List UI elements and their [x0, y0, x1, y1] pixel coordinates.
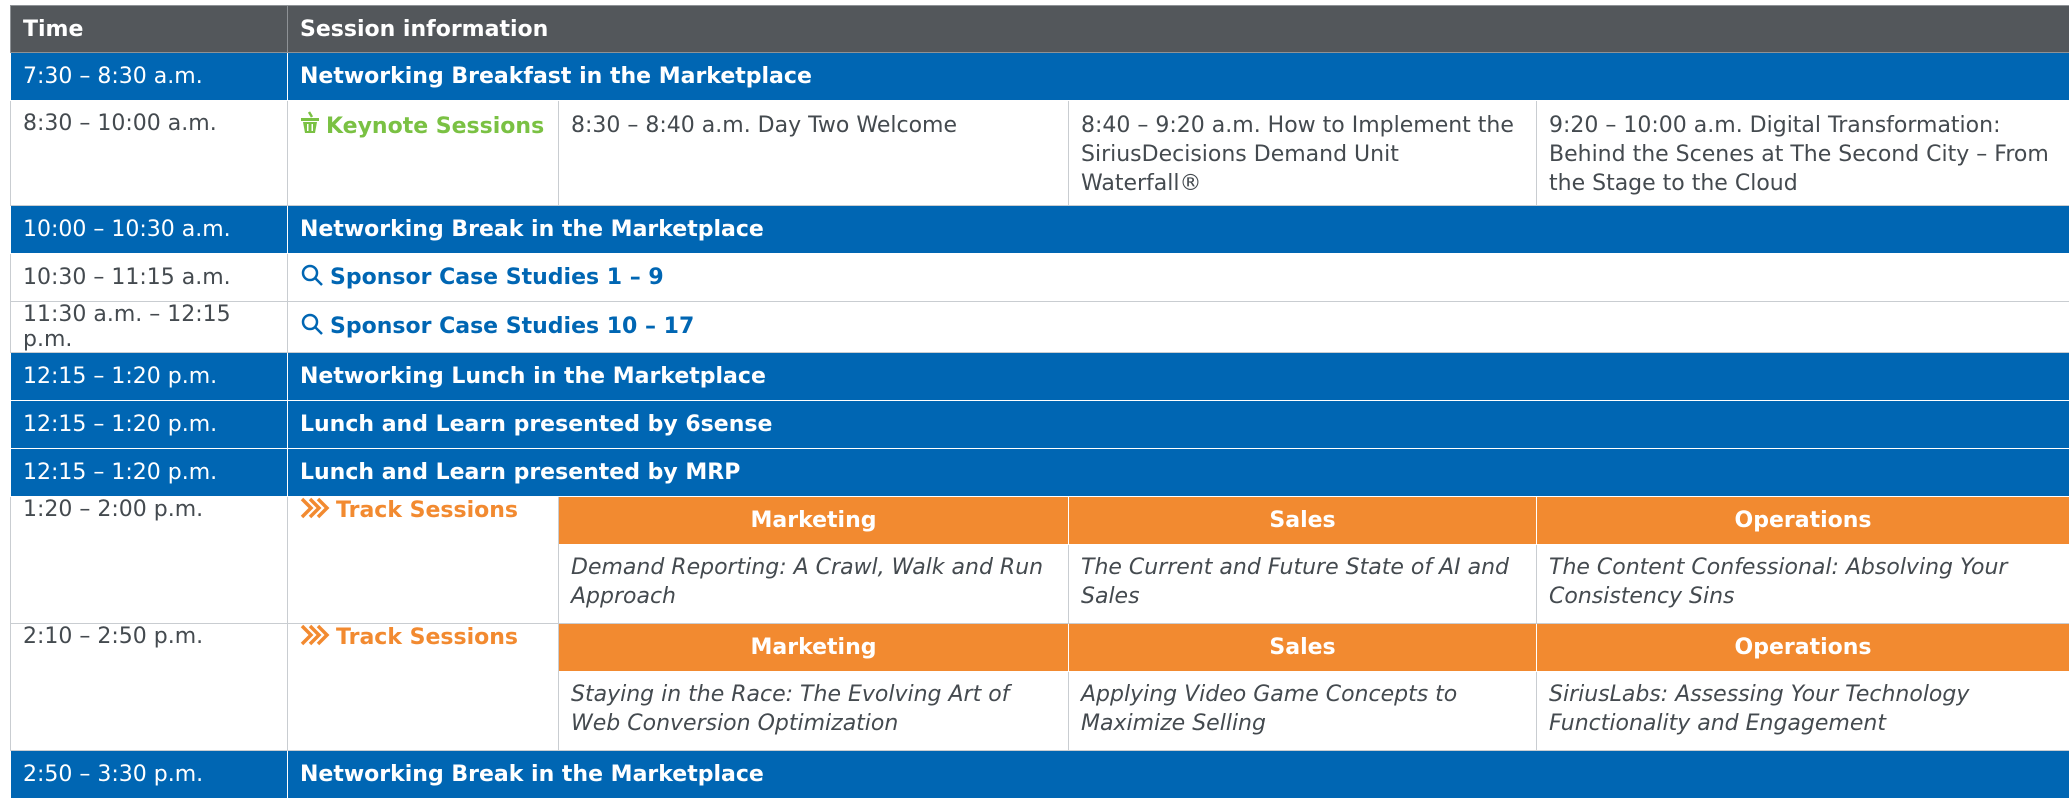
row-time: 10:30 – 11:15 a.m.: [11, 254, 288, 302]
track-sales-session: The Current and Future State of AI and S…: [1069, 545, 1537, 624]
fast-forward-icon: [300, 497, 330, 525]
track-operations-header: Operations: [1537, 497, 2069, 545]
row-session: Networking Break in the Marketplace: [288, 206, 2069, 254]
keynote-session-1: 8:30 – 8:40 a.m. Day Two Welcome: [559, 101, 1069, 206]
track-label: Track Sessions: [336, 625, 518, 650]
row-time: 10:00 – 10:30 a.m.: [11, 206, 288, 254]
track-header-row: 2:10 – 2:50 p.m. Track Sessions Marketin…: [11, 624, 2069, 672]
row-session: Lunch and Learn presented by MRP: [288, 449, 2069, 497]
table-row: 10:30 – 11:15 a.m. Sponsor Case Studies …: [11, 254, 2069, 302]
table-row: 12:15 – 1:20 p.m. Lunch and Learn presen…: [11, 401, 2069, 449]
table-row: 12:15 – 1:20 p.m. Lunch and Learn presen…: [11, 449, 2069, 497]
row-time: 2:10 – 2:50 p.m.: [11, 624, 288, 751]
track-sales-session: Applying Video Game Concepts to Maximize…: [1069, 672, 1537, 751]
schedule-page: Time Session information 7:30 – 8:30 a.m…: [0, 0, 2069, 785]
keynote-row: 8:30 – 10:00 a.m. Keynote Sessions 8:30 …: [11, 101, 2069, 206]
track-marketing-header: Marketing: [559, 497, 1069, 545]
search-icon: [300, 263, 324, 293]
row-session: Networking Break in the Marketplace: [288, 751, 2069, 799]
fast-forward-icon: [300, 624, 330, 652]
track-operations-session: The Content Confessional: Absolving Your…: [1537, 545, 2069, 624]
session-column-header: Session information: [288, 6, 2069, 53]
row-session: Networking Lunch in the Marketplace: [288, 353, 2069, 401]
row-time: 12:15 – 1:20 p.m.: [11, 449, 288, 497]
table-row: 12:15 – 1:20 p.m. Networking Lunch in th…: [11, 353, 2069, 401]
row-session-cell: Sponsor Case Studies 10 – 17: [288, 302, 2069, 353]
keynote-session-2: 8:40 – 9:20 a.m. How to Implement the Si…: [1069, 101, 1537, 206]
table-header-row: Time Session information: [11, 6, 2069, 53]
row-time: 12:15 – 1:20 p.m.: [11, 353, 288, 401]
track-marketing-header: Marketing: [559, 624, 1069, 672]
table-row: 10:00 – 10:30 a.m. Networking Break in t…: [11, 206, 2069, 254]
row-session: Lunch and Learn presented by 6sense: [288, 401, 2069, 449]
track-label-cell: Track Sessions: [288, 624, 559, 751]
row-session: Sponsor Case Studies 10 – 17: [330, 314, 694, 339]
track-label-cell: Track Sessions: [288, 497, 559, 624]
track-operations-session: SiriusLabs: Assessing Your Technology Fu…: [1537, 672, 2069, 751]
row-session: Networking Breakfast in the Marketplace: [288, 53, 2069, 101]
row-session: Sponsor Case Studies 1 – 9: [330, 265, 664, 290]
track-sales-header: Sales: [1069, 497, 1537, 545]
row-time: 12:15 – 1:20 p.m.: [11, 401, 288, 449]
track-label: Track Sessions: [336, 498, 518, 523]
row-time: 11:30 a.m. – 12:15 p.m.: [11, 302, 288, 353]
track-sales-header: Sales: [1069, 624, 1537, 672]
row-time: 7:30 – 8:30 a.m.: [11, 53, 288, 101]
keynote-label-cell: Keynote Sessions: [288, 101, 559, 206]
track-operations-header: Operations: [1537, 624, 2069, 672]
row-time: 2:50 – 3:30 p.m.: [11, 751, 288, 799]
row-session-cell: Sponsor Case Studies 1 – 9: [288, 254, 2069, 302]
track-marketing-session: Demand Reporting: A Crawl, Walk and Run …: [559, 545, 1069, 624]
search-icon: [300, 312, 324, 342]
schedule-table: Time Session information 7:30 – 8:30 a.m…: [10, 5, 2069, 799]
basket-icon: [300, 111, 320, 143]
keynote-label: Keynote Sessions: [326, 114, 544, 139]
track-marketing-session: Staying in the Race: The Evolving Art of…: [559, 672, 1069, 751]
table-row: 2:50 – 3:30 p.m. Networking Break in the…: [11, 751, 2069, 799]
keynote-session-3: 9:20 – 10:00 a.m. Digital Transformation…: [1537, 101, 2069, 206]
table-row: 11:30 a.m. – 12:15 p.m. Sponsor Case Stu…: [11, 302, 2069, 353]
row-time: 1:20 – 2:00 p.m.: [11, 497, 288, 624]
table-row: 7:30 – 8:30 a.m. Networking Breakfast in…: [11, 53, 2069, 101]
row-time: 8:30 – 10:00 a.m.: [11, 101, 288, 206]
track-header-row: 1:20 – 2:00 p.m. Track Sessions Marketin…: [11, 497, 2069, 545]
time-column-header: Time: [11, 6, 288, 53]
